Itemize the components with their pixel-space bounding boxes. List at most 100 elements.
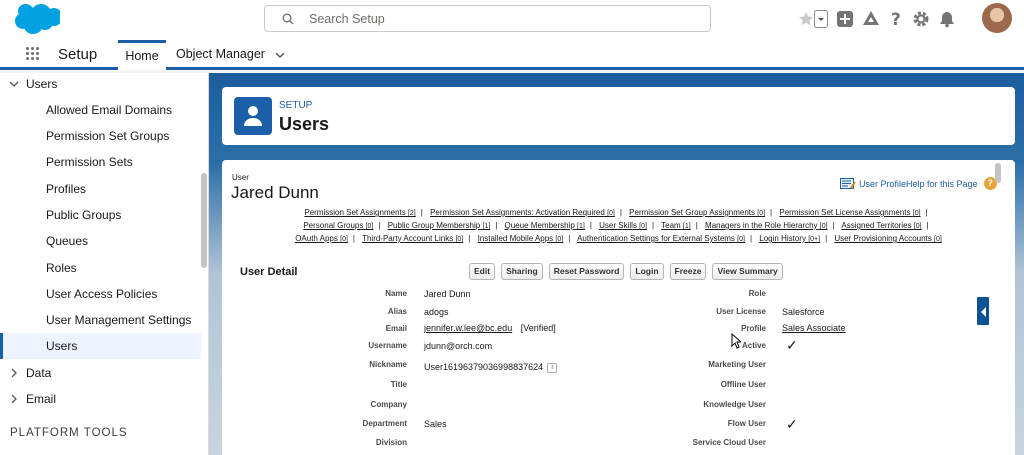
flow-user-checkmark-icon: ✓ xyxy=(786,416,798,432)
favorites-dropdown-icon[interactable] xyxy=(814,10,828,28)
chevron-right-icon xyxy=(11,394,17,404)
favorites-star-icon[interactable] xyxy=(798,11,814,27)
login-button[interactable]: Login xyxy=(630,263,664,280)
chevron-down-icon xyxy=(9,81,19,87)
related-link[interactable]: Installed Mobile Apps [0] xyxy=(478,234,564,243)
related-link[interactable]: Permission Set Assignments [2] xyxy=(304,208,415,217)
related-link[interactable]: Personal Groups [0] xyxy=(303,221,373,230)
sidebar-group-label: Email xyxy=(26,392,57,406)
section-title: User Detail xyxy=(240,266,298,278)
related-link[interactable]: OAuth Apps [0] xyxy=(295,234,348,243)
field-value-alias: adogs xyxy=(424,307,449,317)
page-title: Users xyxy=(279,114,330,134)
user-name-heading: Jared Dunn xyxy=(231,183,319,202)
sidebar-item-queues[interactable]: Queues xyxy=(0,228,201,254)
setup-gear-icon[interactable] xyxy=(912,10,930,28)
tab-object-manager[interactable]: Object Manager xyxy=(176,47,285,61)
sidebar-item-user-management-settings[interactable]: User Management Settings xyxy=(0,307,201,333)
sidebar-group-users[interactable]: Users xyxy=(0,71,201,97)
reset-password-button[interactable]: Reset Password xyxy=(548,263,625,280)
field-label-alias: Alias xyxy=(387,307,407,316)
sidebar-item-users[interactable]: Users xyxy=(0,333,201,359)
field-label-division: Division xyxy=(375,438,407,447)
related-link[interactable]: Queue Membership [1] xyxy=(505,221,585,230)
global-actions-icon[interactable] xyxy=(836,10,854,28)
related-link[interactable]: Login History [0+] xyxy=(759,234,820,243)
field-label-offline-user: Offline User xyxy=(720,380,766,389)
mouse-cursor-icon xyxy=(731,333,741,349)
global-header: Search Setup ? xyxy=(0,0,1024,38)
info-icon[interactable]: i xyxy=(547,362,558,373)
email-link[interactable]: jennifer.w.lee@bc.edu xyxy=(424,323,512,333)
field-label-username: Username xyxy=(368,341,407,350)
sidebar-item-permission-set-groups[interactable]: Permission Set Groups xyxy=(0,123,201,149)
field-label-nickname: Nickname xyxy=(369,360,407,369)
field-label-user-license: User License xyxy=(716,307,766,316)
sidebar-group-label: Users xyxy=(26,77,58,91)
search-icon xyxy=(282,13,294,25)
trailhead-icon[interactable] xyxy=(862,10,880,28)
related-link[interactable]: Team [1] xyxy=(661,221,691,230)
profile-link[interactable]: Sales Associate xyxy=(782,323,846,333)
related-links-row: Personal Groups [0] | Public Group Member… xyxy=(303,221,929,230)
sidebar-group-label: Data xyxy=(26,366,52,380)
sidebar-item-profiles[interactable]: Profiles xyxy=(0,176,201,202)
tab-object-manager-label: Object Manager xyxy=(176,47,265,61)
app-launcher-icon[interactable] xyxy=(26,47,40,61)
sidebar-item-user-access-policies[interactable]: User Access Policies xyxy=(0,281,201,307)
sidebar-scrollbar[interactable] xyxy=(201,173,207,268)
related-links-row: OAuth Apps [0] | Third-Party Account Link… xyxy=(295,234,942,243)
page-subtitle: SETUP xyxy=(279,100,313,111)
salesforce-logo[interactable] xyxy=(14,3,60,35)
sidebar-item-permission-sets[interactable]: Permission Sets xyxy=(0,149,201,175)
sidebar-item-roles[interactable]: Roles xyxy=(0,255,201,281)
related-link[interactable]: Third-Party Account Links [0] xyxy=(362,234,463,243)
tab-home[interactable]: Home xyxy=(118,40,166,70)
help-icon[interactable]: ? xyxy=(888,10,904,28)
sidebar-item-public-groups[interactable]: Public Groups xyxy=(0,202,201,228)
edit-button[interactable]: Edit xyxy=(469,263,496,280)
field-value-department: Sales xyxy=(424,419,447,429)
sidebar-group-data[interactable]: Data xyxy=(0,360,201,386)
sidebar-item-allowed-email-domains[interactable]: Allowed Email Domains xyxy=(0,97,201,123)
freeze-button[interactable]: Freeze xyxy=(669,263,707,280)
field-label-service-cloud-user: Service Cloud User xyxy=(692,438,766,447)
related-link[interactable]: Authentication Settings for External Sys… xyxy=(577,234,745,243)
nickname-text: User16196379036998837624 xyxy=(424,362,544,372)
edit-layout-icon xyxy=(840,177,856,189)
related-link[interactable]: User Provisioning Accounts [0] xyxy=(834,234,941,243)
field-value-email: jennifer.w.lee@bc.edu [Verified] xyxy=(424,323,556,333)
related-link[interactable]: Permission Set Assignments: Activation R… xyxy=(430,208,615,217)
app-navigation-bar: Setup Home Object Manager xyxy=(0,38,1024,70)
field-label-flow-user: Flow User xyxy=(727,419,766,428)
sharing-button[interactable]: Sharing xyxy=(501,263,543,280)
related-link[interactable]: Permission Set License Assignments [0] xyxy=(779,208,920,217)
chevron-left-icon xyxy=(981,307,986,317)
search-input[interactable]: Search Setup xyxy=(264,5,711,32)
detail-scrollbar[interactable] xyxy=(995,163,1001,183)
help-link[interactable]: User ProfileHelp for this Page ? xyxy=(840,177,997,190)
search-placeholder: Search Setup xyxy=(309,12,385,26)
field-value-name: Jared Dunn xyxy=(424,289,471,299)
related-link[interactable]: User Skills [0] xyxy=(599,221,647,230)
sidebar-group-email[interactable]: Email xyxy=(0,386,201,412)
view-summary-button[interactable]: View Summary xyxy=(712,263,783,280)
chevron-down-icon[interactable] xyxy=(275,52,285,58)
related-link[interactable]: Permission Set Group Assignments [0] xyxy=(629,208,765,217)
field-value-nickname: User16196379036998837624 i xyxy=(424,362,558,373)
field-label-email: Email xyxy=(385,324,407,333)
help-link-label: User ProfileHelp for this Page xyxy=(859,178,978,189)
chevron-right-icon xyxy=(11,368,17,378)
notifications-bell-icon[interactable] xyxy=(938,10,956,28)
field-value-user-license: Salesforce xyxy=(782,307,825,317)
related-link[interactable]: Assigned Territories [0] xyxy=(841,221,921,230)
collapse-panel-button[interactable] xyxy=(975,295,991,327)
user-icon xyxy=(234,97,272,135)
svg-text:?: ? xyxy=(891,10,901,28)
user-avatar[interactable] xyxy=(982,3,1012,33)
field-label-profile: Profile xyxy=(741,324,766,333)
related-link[interactable]: Public Group Membership [1] xyxy=(388,221,491,230)
field-label-title: Title xyxy=(390,380,407,389)
field-label-company: Company xyxy=(370,400,407,409)
related-link[interactable]: Managers in the Role Hierarchy [0] xyxy=(705,221,828,230)
